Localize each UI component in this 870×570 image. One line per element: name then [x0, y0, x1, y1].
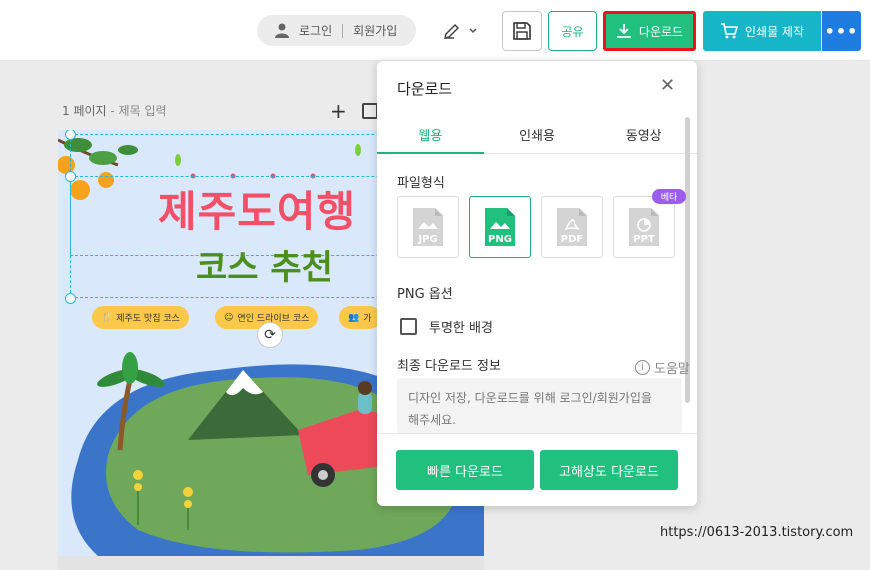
login-signup-pill: 로그인 회원가입 — [257, 15, 416, 46]
final-download-info-label: 최종 다운로드 정보 — [397, 359, 501, 374]
format-text: PDF — [561, 234, 583, 245]
floppy-disk-icon — [513, 22, 531, 40]
people-icon: 👥 — [348, 312, 360, 323]
pencil-icon — [443, 23, 460, 40]
beta-badge: 베타 — [652, 189, 686, 204]
help-label: 도움말 — [654, 362, 690, 377]
format-text: JPG — [417, 234, 437, 245]
tab-print[interactable]: 인쇄용 — [484, 115, 591, 153]
info-icon: i — [635, 360, 650, 375]
resize-handle[interactable] — [65, 171, 76, 182]
page-number: 1 페이지 — [62, 104, 107, 118]
format-text: PNG — [488, 234, 512, 245]
file-format-label: 파일형식 — [397, 176, 445, 191]
add-page-icon[interactable]: + — [330, 101, 347, 121]
panel-title: 다운로드 — [397, 80, 453, 98]
format-png-button[interactable]: PNG — [469, 196, 531, 258]
tab-video[interactable]: 동영상 — [590, 115, 697, 153]
high-resolution-download-button[interactable]: 고해상도 다운로드 — [540, 450, 678, 490]
course-chip[interactable]: 🍴 제주도 맛집 코스 — [92, 306, 189, 329]
rotate-handle-icon[interactable]: ⟳ — [257, 322, 283, 348]
duplicate-page-icon[interactable] — [362, 103, 378, 119]
png-options-label: PNG 옵션 — [397, 287, 453, 302]
chevron-down-icon — [469, 28, 477, 34]
page-title-bar: 1 페이지 - 제목 입력 — [62, 102, 167, 119]
top-toolbar: 로그인 회원가입 공유 다운로드 인쇄물 제작 ••• — [0, 0, 870, 61]
transparent-background-checkbox[interactable] — [400, 318, 417, 335]
divider — [377, 433, 697, 434]
format-ppt-button[interactable]: PPT — [613, 196, 675, 258]
signup-link[interactable]: 회원가입 — [353, 22, 397, 39]
save-button[interactable] — [502, 11, 542, 51]
download-button[interactable]: 다운로드 — [603, 11, 696, 51]
format-jpg-button[interactable]: JPG — [397, 196, 459, 258]
chip-label: 제주도 맛집 코스 — [116, 314, 180, 324]
download-panel: 다운로드 ✕ 웹용 인쇄용 동영상 파일형식 JPG PNG PDF PPT 베… — [377, 61, 697, 506]
transparent-background-option[interactable]: 투명한 배경 — [400, 317, 493, 336]
login-link[interactable]: 로그인 — [299, 22, 332, 39]
close-icon[interactable]: ✕ — [660, 77, 675, 95]
pdf-file-icon: PDF — [557, 208, 587, 246]
chip-label: 가 — [363, 314, 372, 324]
jpg-file-icon: JPG — [413, 208, 443, 246]
download-button-label: 다운로드 — [638, 24, 684, 39]
page-title-input[interactable]: - 제목 입력 — [110, 104, 166, 118]
download-icon — [616, 24, 631, 38]
ppt-file-icon: PPT — [629, 208, 659, 246]
help-link[interactable]: i 도움말 — [635, 358, 690, 377]
user-icon — [275, 23, 289, 38]
tab-web[interactable]: 웹용 — [377, 115, 484, 154]
download-info-box: 디자인 저장, 다운로드를 위해 로그인/회원가입을 해주세요. — [397, 378, 682, 433]
smile-icon: ☺ — [224, 312, 234, 323]
canvas-title-main[interactable]: 제주도여행 — [158, 178, 356, 239]
cart-icon — [720, 23, 738, 39]
resize-handle[interactable] — [65, 293, 76, 304]
share-button[interactable]: 공유 — [548, 11, 597, 51]
info-text: 디자인 저장, 다운로드를 위해 로그인/회원가입을 — [408, 391, 652, 405]
next-page-preview — [58, 556, 484, 570]
edit-mode-dropdown[interactable] — [442, 18, 488, 44]
course-chip[interactable]: 👥 가 — [339, 306, 381, 329]
download-tabs: 웹용 인쇄용 동영상 — [377, 115, 697, 154]
print-button-label: 인쇄물 제작 — [744, 24, 804, 39]
png-file-icon: PNG — [485, 208, 515, 246]
print-order-button[interactable]: 인쇄물 제작 — [703, 11, 821, 51]
info-text: 해주세요. — [408, 413, 456, 427]
format-text: PPT — [633, 234, 655, 245]
watermark-url: https://0613-2013.tistory.com — [660, 525, 854, 540]
transparent-background-label: 투명한 배경 — [429, 321, 493, 336]
fast-download-button[interactable]: 빠른 다운로드 — [396, 450, 534, 490]
format-pdf-button[interactable]: PDF — [541, 196, 603, 258]
utensils-icon: 🍴 — [101, 312, 113, 323]
canvas-title-sub[interactable]: 코스 추천 — [196, 240, 333, 289]
divider — [342, 23, 344, 38]
more-options-button[interactable]: ••• — [822, 11, 861, 51]
